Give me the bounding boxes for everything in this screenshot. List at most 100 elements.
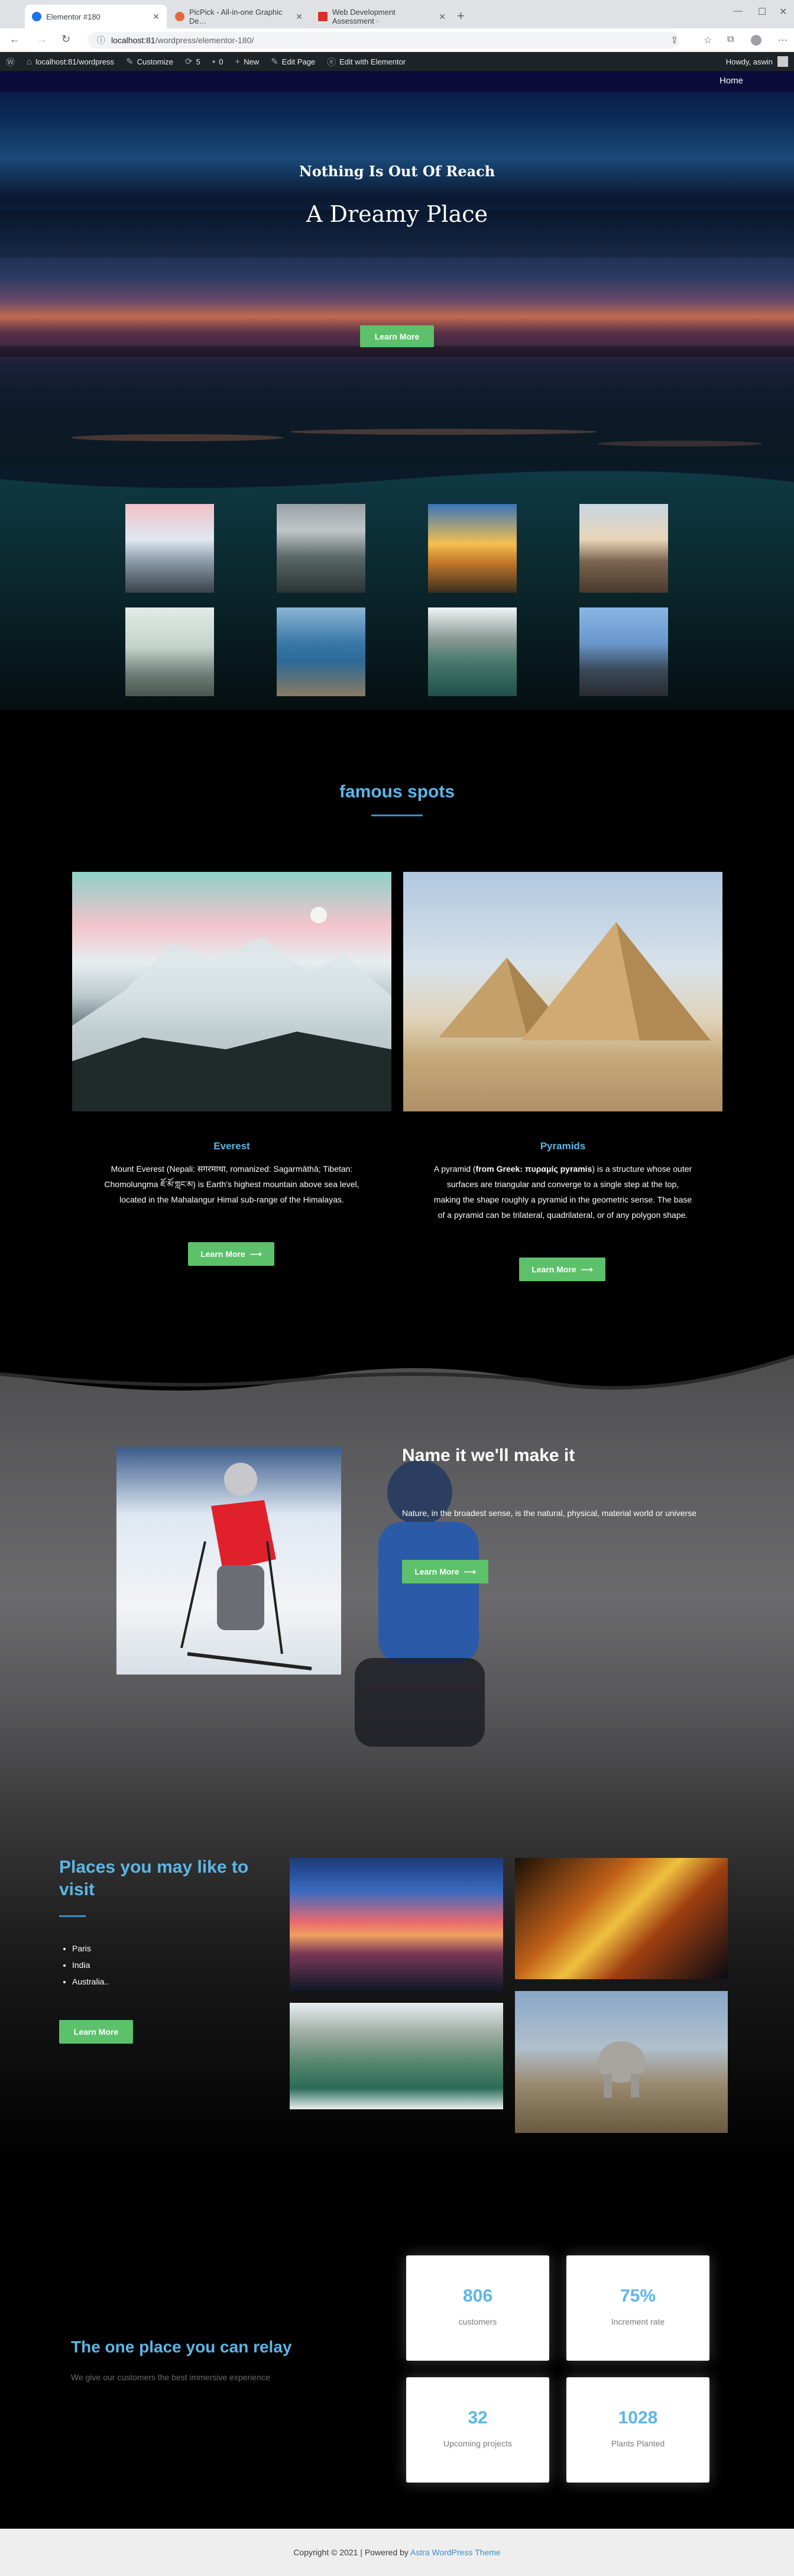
pyramids-learn-more-button[interactable]: Learn More ⟶: [519, 1258, 605, 1281]
stat-card-upcoming-projects: 32 Upcoming projects: [406, 2377, 549, 2483]
skier-text: Nature, in the broadest sense, is the na…: [402, 1508, 697, 1518]
elementor-icon: ⓔ: [327, 57, 336, 67]
site-name-label: localhost:81/wordpress: [35, 57, 115, 66]
address-bar-row: ← → ↻ ⓘ localhost:81/wordpress/elementor…: [0, 28, 794, 52]
gallery-image-misty-mountain[interactable]: [277, 504, 365, 593]
stat-label: customers: [458, 2317, 497, 2326]
plus-icon: +: [235, 56, 241, 67]
places-learn-more-button[interactable]: Learn More: [59, 2020, 133, 2044]
browser-tab-bar: Elementor #180 ✕ PicPick - All-in-one Gr…: [0, 0, 794, 28]
stat-label: Increment rate: [611, 2317, 665, 2326]
comments-count: 0: [219, 57, 223, 66]
user-avatar: [777, 56, 788, 67]
background-skier-figure: [355, 1460, 485, 1747]
wave-divider: [0, 1339, 794, 1391]
stat-label: Plants Planted: [611, 2439, 665, 2448]
gallery-image-sunset-valley[interactable]: [428, 504, 517, 593]
profile-avatar[interactable]: [751, 35, 761, 46]
tab-assessment[interactable]: Web Development Assessment · ✕: [311, 5, 453, 28]
places-button-label: Learn More: [73, 2027, 119, 2037]
everest-description: Mount Everest (Nepali: सगरमाथा, romanize…: [104, 1164, 359, 1204]
gallery-image-snowy-peaks[interactable]: [125, 504, 214, 593]
updates-icon: ⟳: [185, 57, 193, 67]
pyramids-title: Pyramids: [540, 1140, 586, 1152]
arrow-right-icon: ⟶: [581, 1264, 593, 1274]
stat-card-customers: 806 customers: [406, 2255, 549, 2361]
hero-overlay-band: [0, 346, 794, 357]
places-image-elephant[interactable]: [515, 1991, 728, 2133]
places-image-wave[interactable]: [515, 1858, 728, 1979]
forward-icon[interactable]: →: [37, 33, 47, 46]
gallery-image-lake-braies[interactable]: [428, 607, 517, 696]
bookmark-star-icon[interactable]: ☆: [704, 34, 712, 46]
wave-divider: [0, 467, 794, 488]
url-input[interactable]: ⓘ localhost:81/wordpress/elementor-180/: [87, 32, 679, 49]
new-item[interactable]: + New: [229, 52, 265, 71]
edit-elementor-item[interactable]: ⓔ Edit with Elementor: [321, 52, 411, 71]
hero-button-label: Learn More: [374, 331, 420, 341]
updates-item[interactable]: ⟳ 5: [179, 52, 206, 71]
list-item: India: [72, 1957, 109, 1973]
mountain-shape: [72, 907, 391, 1111]
close-icon[interactable]: ✕: [439, 12, 446, 22]
url-path: /wordpress/elementor-180/: [155, 35, 254, 45]
home-icon: ⌂: [27, 56, 33, 67]
comments-item[interactable]: ▪ 0: [206, 52, 229, 71]
site-name-item[interactable]: ⌂ localhost:81/wordpress: [21, 52, 120, 71]
gallery-image-hiker[interactable]: [579, 607, 668, 696]
info-icon[interactable]: ⓘ: [97, 34, 105, 46]
back-icon[interactable]: ←: [9, 33, 20, 46]
minimize-icon[interactable]: —: [733, 6, 743, 17]
pyramids-description: A pyramid (from Greek: πυραμίς pyramis) …: [433, 1164, 692, 1220]
wp-logo-item[interactable]: Ⓦ: [0, 52, 21, 71]
skier-learn-more-button[interactable]: Learn More ⟶: [402, 1560, 488, 1583]
skier-heading: Name it we'll make it: [402, 1446, 575, 1465]
close-icon[interactable]: ✕: [296, 12, 303, 22]
url-host: localhost:81: [111, 35, 155, 45]
hero-section: Home: [0, 71, 794, 467]
menu-dots-icon[interactable]: ⋯: [778, 34, 787, 46]
gallery-image-fjord[interactable]: [277, 607, 365, 696]
pencil-icon: ✎: [271, 57, 278, 67]
edit-elementor-label: Edit with Elementor: [339, 57, 406, 66]
collections-icon[interactable]: ⧉: [727, 34, 734, 45]
stat-value: 1028: [618, 2408, 658, 2428]
relay-heading: The one place you can relay: [71, 2338, 292, 2356]
places-image-sunset-lake[interactable]: [290, 1858, 503, 1991]
wordpress-favicon-icon: [32, 12, 41, 21]
stat-value: 32: [468, 2408, 488, 2428]
tab-picpick[interactable]: PicPick - All-in-one Graphic De… ✕: [168, 5, 310, 28]
astra-theme-link[interactable]: Astra WordPress Theme: [410, 2548, 501, 2557]
everest-learn-more-button[interactable]: Learn More ⟶: [188, 1242, 274, 1266]
close-window-icon[interactable]: ✕: [779, 6, 787, 18]
wp-admin-bar: Ⓦ ⌂ localhost:81/wordpress ✎ Customize ⟳ 5 …: [0, 52, 794, 71]
new-tab-button[interactable]: +: [457, 8, 465, 24]
close-icon[interactable]: ✕: [153, 12, 160, 22]
maximize-icon[interactable]: ☐: [758, 6, 766, 18]
gallery-image-foggy-hills[interactable]: [125, 607, 214, 696]
list-item: Australia..: [72, 1973, 109, 1990]
gallery-image-dolomites[interactable]: [579, 504, 668, 593]
hero-title: A Dreamy Place: [306, 201, 488, 227]
places-image-lake-braies[interactable]: [290, 2003, 503, 2109]
arrow-right-icon: ⟶: [249, 1249, 262, 1259]
stat-label: Upcoming projects: [443, 2439, 512, 2448]
edit-page-item[interactable]: ✎ Edit Page: [265, 52, 321, 71]
everest-title: Everest: [213, 1140, 250, 1152]
hero-learn-more-button[interactable]: Learn More: [360, 325, 434, 347]
stat-card-increment-rate: 75% Increment rate: [566, 2255, 709, 2361]
copyright-text: Copyright © 2021 | Powered by: [293, 2548, 410, 2557]
site-footer: Copyright © 2021 | Powered by Astra Word…: [0, 2529, 794, 2576]
new-label: New: [244, 57, 260, 66]
tab-elementor[interactable]: Elementor #180 ✕: [25, 5, 167, 28]
nav-home-link[interactable]: Home: [720, 76, 743, 86]
reload-icon[interactable]: ↻: [61, 33, 70, 46]
comment-icon: ▪: [212, 56, 216, 67]
customize-item[interactable]: ✎ Customize: [120, 52, 179, 71]
places-list: Paris India Australia..: [59, 1940, 109, 1990]
pyramids-image: [403, 872, 722, 1111]
wordpress-logo-icon: Ⓦ: [6, 57, 15, 67]
share-icon[interactable]: ⇪: [670, 34, 678, 46]
user-account-item[interactable]: Howdy, aswin: [726, 52, 788, 71]
arrow-right-icon: ⟶: [464, 1566, 476, 1576]
